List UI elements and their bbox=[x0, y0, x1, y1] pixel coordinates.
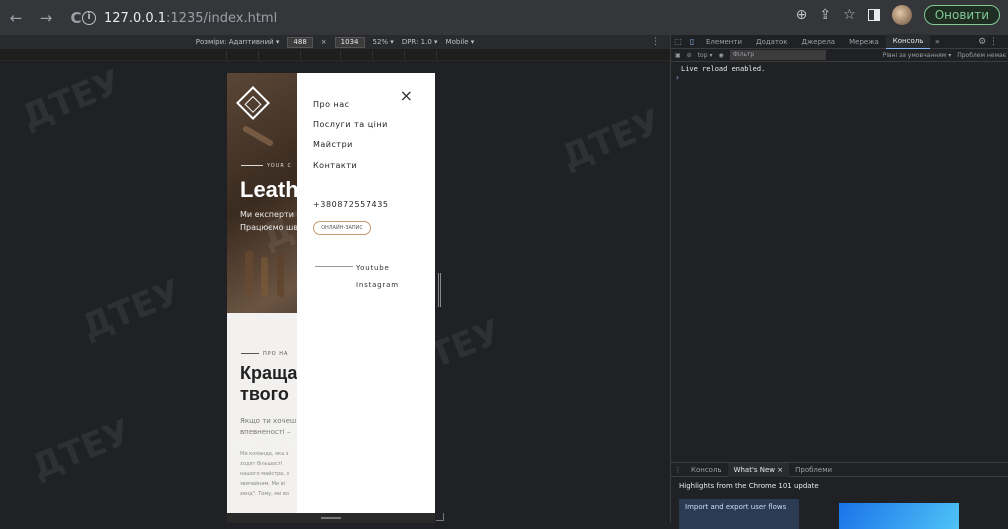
about-line bbox=[241, 353, 259, 354]
side-panel-icon[interactable] bbox=[867, 9, 880, 21]
hero-text-2: Працюємо шв bbox=[240, 223, 299, 232]
drawer-tab-console[interactable]: Консоль bbox=[685, 463, 728, 477]
forward-icon[interactable]: → bbox=[38, 9, 54, 27]
about-small-line-2: ходят більшості bbox=[240, 461, 283, 467]
devtools-panel: ⬚ ▯ Елементи Додаток Джерела Мережа Конс… bbox=[670, 34, 1008, 529]
menu-item-masters[interactable]: Майстри bbox=[313, 140, 353, 149]
mobile-menu: × Про нас Послуги та ціни Майстри Контак… bbox=[297, 73, 435, 513]
hero-title: Leath bbox=[240, 177, 299, 202]
issues-counter[interactable]: Проблем немає bbox=[957, 52, 1006, 59]
online-booking-button[interactable]: ОНЛАЙН-ЗАПИС bbox=[313, 221, 371, 235]
browser-nav: ← → C bbox=[8, 9, 84, 27]
mobile-page: YOUR C Leath Ми експерти в Працюємо шв П… bbox=[227, 73, 435, 513]
tab-application[interactable]: Додаток bbox=[749, 35, 794, 49]
console-filter-input[interactable]: Фільтр bbox=[729, 50, 826, 60]
console-toolbar: ▣ ⊘ top ▾ ◉ Фільтр Рівні за умовчанням ▾… bbox=[671, 49, 1008, 62]
tab-console[interactable]: Консоль bbox=[885, 34, 931, 49]
about-small-line-5: хенд". Тому, ми во bbox=[240, 491, 289, 497]
zoom-icon[interactable]: ⊕ bbox=[796, 7, 808, 23]
hero-kicker: YOUR C bbox=[267, 163, 292, 169]
youtube-link[interactable]: Youtube bbox=[356, 264, 390, 272]
devtools-drawer: ⋮ Консоль What's New × Проблеми Highligh… bbox=[671, 462, 1008, 529]
device-viewport: YOUR C Leath Ми експерти в Працюємо шв П… bbox=[0, 61, 670, 523]
about-small-line-3: нашого майстра, з bbox=[240, 471, 290, 477]
sidebar-toggle-icon[interactable]: ▣ bbox=[675, 52, 681, 59]
eye-icon[interactable]: ◉ bbox=[718, 52, 723, 59]
resize-handle-bottom[interactable] bbox=[227, 513, 435, 523]
about-small-text: Ми команда, яка з ходят більшості нашого… bbox=[240, 449, 289, 499]
width-input[interactable]: 488 bbox=[287, 36, 313, 48]
about-title-line-2: твого bbox=[240, 384, 289, 404]
drawer-tabs: ⋮ Консоль What's New × Проблеми bbox=[671, 462, 1008, 477]
browser-actions: ⊕ ⇪ ☆ Оновити bbox=[796, 5, 1000, 25]
browser-toolbar: ← → C i 127.0.0.1:1235/index.html ⊕ ⇪ ☆ … bbox=[0, 0, 1008, 35]
profile-avatar[interactable] bbox=[891, 5, 912, 25]
height-input[interactable]: 1034 bbox=[334, 36, 365, 48]
share-icon[interactable]: ⇪ bbox=[819, 7, 831, 23]
about-text-line-2: впевненості – bbox=[240, 428, 291, 436]
zoom-dropdown[interactable]: 52% ▾ bbox=[373, 38, 394, 46]
mode-dropdown[interactable]: Mobile ▾ bbox=[446, 38, 475, 46]
dimensions-dropdown[interactable]: Розміри: Адаптивний ▾ bbox=[196, 38, 280, 46]
whats-new-heading: Highlights from the Chrome 101 update bbox=[679, 482, 819, 490]
drawer-tab-issues[interactable]: Проблеми bbox=[789, 463, 838, 477]
devtools-tabs: ⬚ ▯ Елементи Додаток Джерела Мережа Конс… bbox=[671, 34, 1008, 49]
more-options-icon[interactable]: ⋮ bbox=[651, 37, 660, 47]
tab-sources[interactable]: Джерела bbox=[794, 35, 842, 49]
about-title: Краща твого bbox=[240, 363, 297, 405]
address-bar[interactable]: i 127.0.0.1:1235/index.html bbox=[82, 6, 802, 30]
tab-network[interactable]: Мережа bbox=[842, 35, 886, 49]
url-host: 127.0.0.1 bbox=[104, 10, 167, 26]
bookmark-star-icon[interactable]: ☆ bbox=[843, 7, 856, 23]
back-icon[interactable]: ← bbox=[8, 9, 24, 27]
about-text-line-1: Якщо ти хочеш bbox=[240, 417, 297, 425]
about-small-line-1: Ми команда, яка з bbox=[240, 451, 289, 457]
social-divider bbox=[315, 266, 353, 267]
times-icon: × bbox=[320, 38, 327, 46]
whats-new-card[interactable]: Import and export user flows bbox=[679, 499, 799, 529]
menu-item-about[interactable]: Про нас bbox=[313, 100, 350, 109]
url-path: :1235/index.html bbox=[166, 10, 278, 26]
clear-console-icon[interactable]: ⊘ bbox=[687, 52, 692, 59]
menu-item-services[interactable]: Послуги та ціни bbox=[313, 120, 388, 129]
about-kicker: ПРО НА bbox=[263, 351, 289, 357]
update-button[interactable]: Оновити bbox=[923, 5, 1000, 25]
media-query-ruler bbox=[0, 49, 670, 61]
device-toggle-icon[interactable]: ▯ bbox=[685, 37, 699, 46]
hero-line bbox=[241, 165, 263, 166]
hero-text-1: Ми експерти в bbox=[240, 210, 302, 219]
console-prompt[interactable]: › bbox=[671, 73, 1008, 82]
whats-new-image bbox=[839, 503, 959, 529]
menu-item-contacts[interactable]: Контакти bbox=[313, 161, 357, 170]
resize-handle-corner[interactable] bbox=[436, 513, 444, 521]
about-title-line-1: Краща bbox=[240, 363, 298, 383]
phone-link[interactable]: +380872557435 bbox=[313, 200, 389, 209]
resize-handle-right[interactable] bbox=[438, 273, 441, 307]
drawer-tab-whats-new[interactable]: What's New × bbox=[727, 462, 790, 477]
log-levels-dropdown[interactable]: Рівні за умовчанням ▾ bbox=[883, 52, 952, 59]
instagram-link[interactable]: Instagram bbox=[356, 281, 399, 289]
inspect-icon[interactable]: ⬚ bbox=[671, 37, 685, 46]
more-tabs-icon[interactable]: » bbox=[930, 37, 944, 46]
console-message: Live reload enabled. bbox=[681, 65, 766, 73]
device-toolbar: Розміри: Адаптивний ▾ 488 × 1034 52% ▾ D… bbox=[0, 35, 670, 49]
about-text: Якщо ти хочеш впевненості – bbox=[240, 416, 296, 438]
settings-gear-icon[interactable]: ⚙ ⋮ bbox=[978, 37, 998, 47]
drawer-menu-icon[interactable]: ⋮ bbox=[671, 466, 685, 474]
site-info-icon[interactable]: i bbox=[82, 11, 96, 25]
tab-elements[interactable]: Елементи bbox=[699, 35, 749, 49]
logo-icon[interactable] bbox=[236, 86, 270, 120]
context-dropdown[interactable]: top ▾ bbox=[698, 52, 713, 59]
about-small-line-4: звичайним. Ми ві bbox=[240, 481, 286, 487]
dpr-dropdown[interactable]: DPR: 1.0 ▾ bbox=[402, 38, 438, 46]
close-icon[interactable]: × bbox=[400, 86, 413, 105]
